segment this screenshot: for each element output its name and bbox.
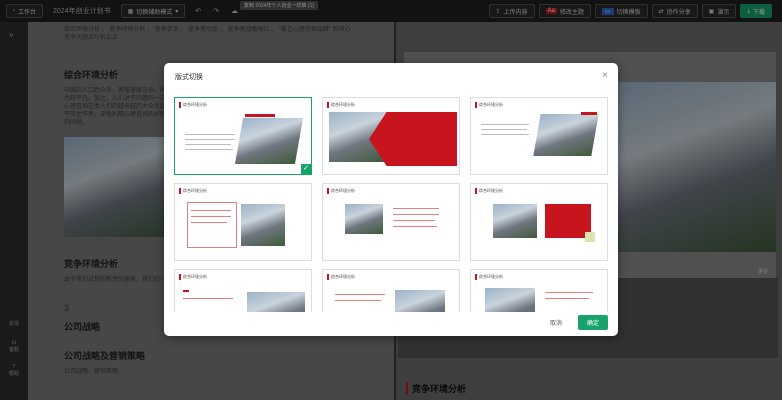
close-icon[interactable]: × xyxy=(602,70,608,81)
text-line xyxy=(481,134,529,135)
card-heading: 综合环境分析 xyxy=(475,102,503,108)
text-line xyxy=(191,222,227,223)
text-frame xyxy=(187,202,237,248)
text-line xyxy=(545,298,589,299)
text-line xyxy=(185,134,235,135)
card-photo xyxy=(395,290,445,312)
layout-card-7[interactable]: 综合环境分析 xyxy=(174,269,312,312)
text-line xyxy=(191,210,231,211)
card-heading: 综合环境分析 xyxy=(475,188,503,194)
card-photo xyxy=(485,288,535,312)
text-line xyxy=(545,292,593,293)
text-line xyxy=(191,216,231,217)
text-line xyxy=(335,294,385,295)
text-line xyxy=(183,298,233,299)
layout-card-4[interactable]: 综合环境分析 xyxy=(174,183,312,261)
card-heading: 综合环境分析 xyxy=(179,188,207,194)
layout-card-6[interactable]: 综合环境分析 xyxy=(470,183,608,261)
dialog-footer: 取消 确定 xyxy=(544,315,608,330)
text-line xyxy=(393,214,439,215)
card-photo xyxy=(241,204,285,246)
text-line xyxy=(185,149,233,150)
layout-card-5[interactable]: 综合环境分析 xyxy=(322,183,460,261)
layout-card-8[interactable]: 综合环境分析 xyxy=(322,269,460,312)
layout-card-1[interactable]: 综合环境分析 ✓ xyxy=(174,97,312,175)
card-heading: 综合环境分析 xyxy=(327,188,355,194)
red-accent xyxy=(581,112,597,115)
text-line xyxy=(185,139,235,140)
accent-square xyxy=(585,232,595,242)
card-heading: 综合环境分析 xyxy=(327,274,355,280)
confirm-button[interactable]: 确定 xyxy=(577,315,608,330)
check-icon: ✓ xyxy=(301,164,311,174)
layout-card-3[interactable]: 综合环境分析 xyxy=(470,97,608,175)
text-line xyxy=(481,124,529,125)
text-line xyxy=(335,300,381,301)
card-photo xyxy=(533,114,599,156)
card-heading: 综合环境分析 xyxy=(179,102,207,108)
text-line xyxy=(393,220,435,221)
card-photo xyxy=(234,118,304,164)
layout-switch-dialog: 版式切换 × 综合环境分析 ✓ 综合环境分析 综合环境分析 综合环境分析 综合环… xyxy=(164,63,618,336)
red-dots xyxy=(183,290,189,292)
layout-card-9[interactable]: 综合环境分析 xyxy=(470,269,608,312)
card-photo xyxy=(493,204,537,238)
text-line xyxy=(185,144,231,145)
card-heading: 综合环境分析 xyxy=(327,102,355,108)
text-line xyxy=(393,208,439,209)
cancel-button[interactable]: 取消 xyxy=(544,315,568,330)
card-photo xyxy=(345,204,383,234)
card-heading: 综合环境分析 xyxy=(475,274,503,280)
text-line xyxy=(393,226,437,227)
layout-grid: 综合环境分析 ✓ 综合环境分析 综合环境分析 综合环境分析 综合环境分析 综合环… xyxy=(174,97,608,312)
red-accent xyxy=(245,114,275,117)
text-line xyxy=(481,129,527,130)
red-panel xyxy=(369,112,457,166)
layout-card-2[interactable]: 综合环境分析 xyxy=(322,97,460,175)
card-photo xyxy=(247,292,305,312)
card-heading: 综合环境分析 xyxy=(179,274,207,280)
dialog-title: 版式切换 xyxy=(175,74,203,81)
